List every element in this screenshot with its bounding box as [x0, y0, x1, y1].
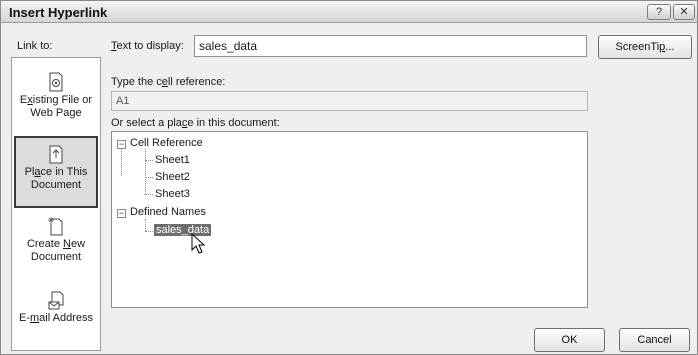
- tree-node-cell-reference[interactable]: Cell Reference: [130, 137, 203, 149]
- dialog-title: Insert Hyperlink: [9, 5, 108, 20]
- title-bar[interactable]: Insert Hyperlink ? ✕: [1, 1, 697, 23]
- tree-connector: [145, 231, 153, 232]
- tree-connector: [145, 194, 153, 195]
- ok-button[interactable]: OK: [534, 328, 605, 352]
- place-in-document-label: Or select a place in this document:: [111, 117, 280, 129]
- link-to-create-new-document[interactable]: Create New Document: [12, 210, 100, 282]
- link-to-sidebar: Existing File or Web Page Place in This …: [11, 57, 101, 351]
- tree-connector: [145, 177, 153, 178]
- cancel-button[interactable]: Cancel: [619, 328, 690, 352]
- link-to-email-label: E-mail Address: [19, 312, 93, 324]
- tree-connector: [145, 160, 153, 161]
- mouse-pointer-icon: [191, 233, 206, 254]
- link-to-label: Link to:: [17, 40, 53, 52]
- tree-node-sheet2[interactable]: Sheet2: [155, 171, 190, 183]
- link-to-place-label: Place in This: [24, 166, 88, 178]
- link-to-email-address[interactable]: E-mail Address: [12, 284, 100, 355]
- text-to-display-input[interactable]: sales_data: [194, 35, 587, 57]
- link-to-place-label-2: Document: [30, 179, 82, 191]
- tree-connector: [145, 149, 146, 194]
- tree-node-sheet3[interactable]: Sheet3: [155, 188, 190, 200]
- cell-reference-input[interactable]: A1: [111, 91, 588, 111]
- link-to-create-new-label: Create New: [26, 238, 86, 250]
- link-to-existing-file-label-2: Web Page: [30, 107, 82, 119]
- tree-node-defined-names[interactable]: Defined Names: [130, 206, 206, 218]
- tree-connector: [145, 219, 146, 231]
- help-icon: ?: [655, 6, 663, 18]
- document-place-icon: [49, 145, 63, 164]
- help-button[interactable]: ?: [647, 4, 671, 20]
- tree-node-sheet1[interactable]: Sheet1: [155, 154, 190, 166]
- text-to-display-label: Text to display:: [111, 40, 184, 52]
- new-document-icon: [48, 217, 63, 236]
- link-to-create-new-label-2: Document: [30, 251, 82, 263]
- tree-connector: [121, 149, 122, 176]
- insert-hyperlink-dialog: Insert Hyperlink ? ✕ Link to: Existing F…: [0, 0, 698, 355]
- link-to-existing-file-label: Existing File or: [19, 94, 93, 106]
- file-icon: [49, 72, 63, 92]
- close-button[interactable]: ✕: [673, 4, 695, 20]
- link-to-place-in-document[interactable]: Place in This Document: [14, 136, 98, 208]
- defined-names-collapse-toggle[interactable]: −: [117, 209, 126, 218]
- cell-reference-label: Type the cell reference:: [111, 76, 226, 88]
- screentip-button[interactable]: ScreenTip...: [598, 35, 692, 59]
- cell-reference-collapse-toggle[interactable]: −: [117, 140, 126, 149]
- close-icon: ✕: [679, 6, 689, 18]
- link-to-existing-file[interactable]: Existing File or Web Page: [12, 66, 100, 138]
- email-icon: [48, 291, 64, 310]
- document-place-tree[interactable]: − Cell Reference Sheet1 Sheet2 Sheet3 − …: [111, 131, 588, 308]
